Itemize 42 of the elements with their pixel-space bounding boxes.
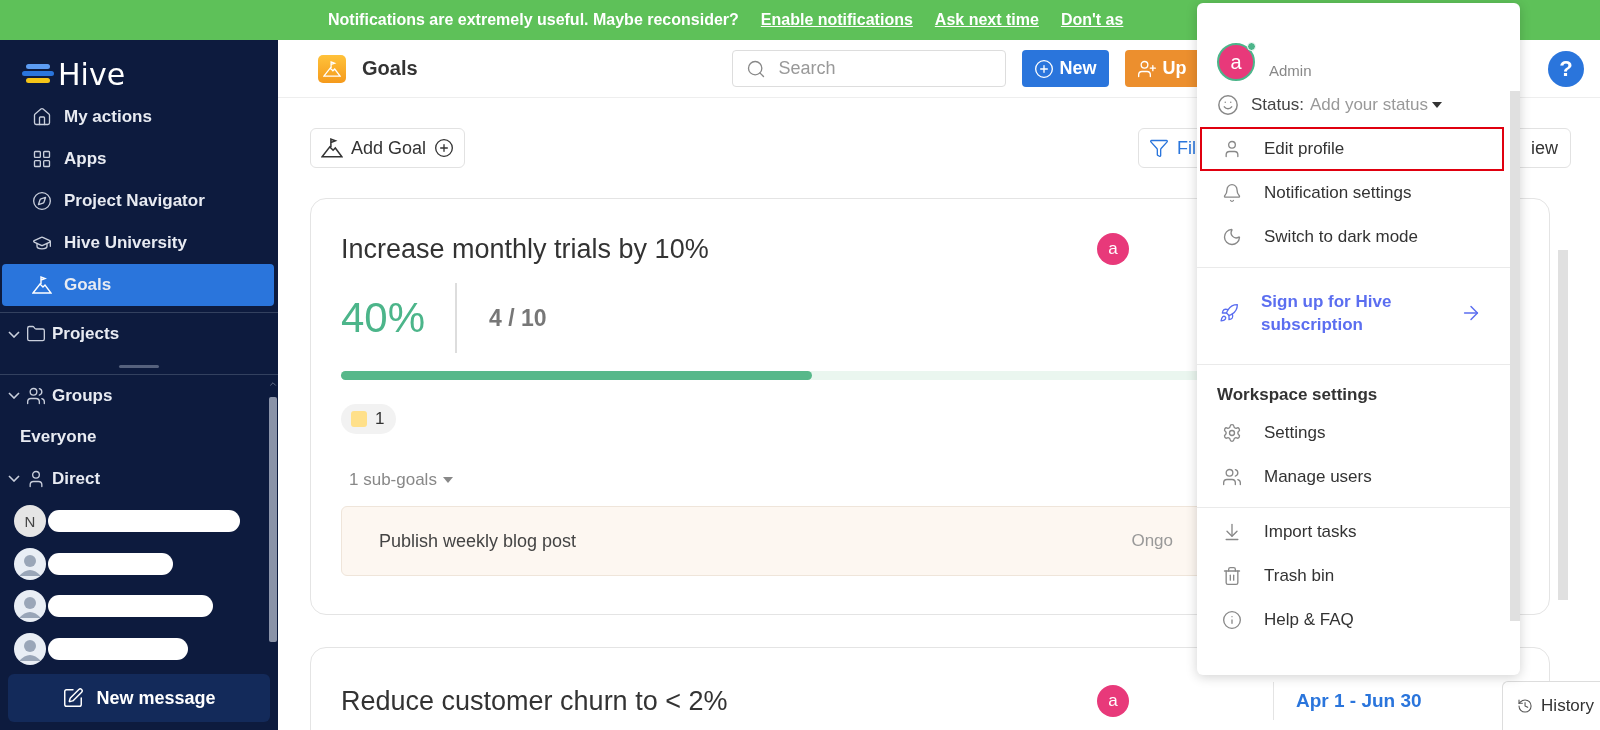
goal-progress-count: 4 / 10: [489, 304, 547, 332]
sidebar-item[interactable]: Project Navigator: [2, 180, 274, 222]
contact-avatar: N: [14, 505, 46, 537]
tag-chip: 1: [341, 404, 397, 434]
sidebar-section[interactable]: Groups: [0, 375, 268, 417]
page-title: Goals: [362, 57, 418, 80]
banner-message: Notifications are extremely useful. Maybe reconsider?: [328, 11, 739, 29]
group-item[interactable]: Everyone: [0, 416, 268, 459]
owner-avatar: a: [1097, 685, 1129, 717]
history-button[interactable]: History: [1502, 681, 1600, 730]
search-field[interactable]: Search: [731, 50, 1006, 87]
user-avatar: a: [1217, 43, 1255, 81]
menu-heading: Workspace settings: [1216, 384, 1379, 406]
sidebar-section[interactable]: Direct: [0, 458, 268, 500]
menu-item[interactable]: Notification settings: [1200, 171, 1504, 215]
sidebar-item[interactable]: My actions: [2, 96, 274, 138]
goal-title: Reduce customer churn to < 2%: [341, 685, 729, 717]
subgoal-title: Publish weekly blog post: [379, 530, 578, 552]
sidebar-item[interactable]: Apps: [2, 138, 274, 180]
owner-avatar: a: [1097, 233, 1129, 265]
subgoals-toggle[interactable]: 1 sub-goals: [349, 470, 453, 490]
subscription-link[interactable]: Sign up for Hive subscription: [1197, 270, 1510, 356]
goal-title: Increase monthly trials by 10%: [341, 233, 710, 265]
app-logo: Hive: [58, 56, 126, 92]
status-label: Status:: [1251, 95, 1304, 115]
goal-dates: Apr 1 - Jun 30: [1273, 682, 1422, 720]
menu-item[interactable]: Settings: [1200, 411, 1504, 455]
new-message-button[interactable]: New message: [8, 674, 270, 722]
add-goal-button[interactable]: Add Goal: [310, 128, 466, 168]
sidebar-section[interactable]: Projects: [0, 313, 278, 355]
help-button[interactable]: ?: [1548, 50, 1584, 87]
menu-item[interactable]: Switch to dark mode: [1200, 215, 1504, 259]
menu-item[interactable]: Edit profile: [1200, 127, 1504, 171]
subgoal-status: Ongo: [1131, 531, 1173, 551]
goal-percent: 40%: [341, 283, 458, 353]
user-role: Admin: [1269, 62, 1312, 81]
sidebar-item[interactable]: Goals: [2, 264, 274, 306]
menu-item[interactable]: Manage users: [1200, 455, 1504, 499]
sidebar-item[interactable]: Hive University: [2, 222, 274, 264]
new-button[interactable]: New: [1021, 50, 1109, 87]
menu-item[interactable]: Help & FAQ: [1200, 598, 1504, 642]
menu-item[interactable]: Import tasks: [1200, 510, 1504, 554]
